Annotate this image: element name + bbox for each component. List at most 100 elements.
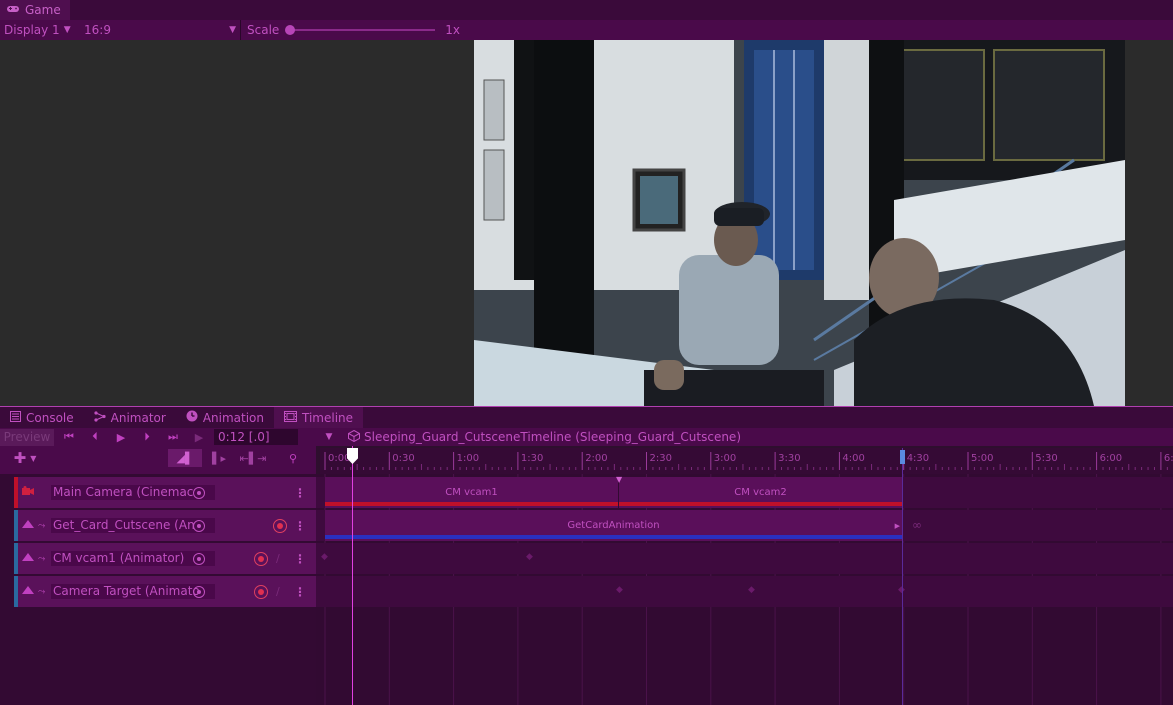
track-name: Get_Card_Cutscene (An [51, 518, 215, 533]
animation-clock-icon [186, 410, 198, 425]
track-menu-icon[interactable]: ⋮ [294, 585, 306, 599]
animation-track-icon [22, 552, 34, 565]
replace-mode-icon[interactable]: ⇤▌⇥ [236, 449, 270, 467]
object-picker-icon[interactable] [193, 585, 205, 598]
scale-slider[interactable] [285, 25, 436, 35]
track-menu-icon[interactable]: ⋮ [294, 486, 306, 500]
tab-timeline[interactable]: Timeline [274, 407, 364, 428]
playhead-line [352, 446, 353, 705]
timeline-end-line [902, 448, 903, 705]
timeline-tracks-area[interactable]: CM vcam1 CM vcam2 ▼ GetCardAnimation ▶ ∞… [316, 474, 1173, 705]
chevron-down-icon: ▼ [229, 25, 236, 35]
loop-icon: ∞ [912, 518, 922, 532]
record-icon[interactable] [254, 584, 268, 599]
timeline-asset-header: ▼ Sleeping_Guard_CutsceneTimeline (Sleep… [316, 428, 1173, 446]
curves-icon[interactable]: ∕ [276, 552, 280, 565]
ruler-tick-label: 3:30 [778, 453, 800, 464]
clip-get-card-animation[interactable]: GetCardAnimation ▶ [325, 510, 903, 541]
track-color-stripe [14, 477, 18, 508]
go-to-start-icon[interactable]: ⏮ [56, 428, 82, 446]
ruler-tick-label: 1:30 [521, 453, 543, 464]
track-header-main-camera[interactable]: Main Camera (Cinemac ⋮ [14, 477, 316, 508]
ruler-tick-label: 3:00 [714, 453, 736, 464]
chevron-down-icon: ▼ [63, 25, 71, 35]
ruler-tick-label: 6: [1164, 453, 1173, 464]
record-icon[interactable] [273, 518, 287, 533]
track-name: Camera Target (Animato [51, 584, 215, 599]
ruler-tick-label: 2:30 [650, 453, 672, 464]
gamepad-icon [6, 3, 20, 17]
animation-track-icon [22, 519, 34, 532]
pin-icon[interactable]: ⚲ [280, 449, 306, 467]
animator-icon: ⤳ [38, 520, 46, 531]
keyframe-icon: ◆ [748, 585, 755, 595]
track-menu-icon[interactable]: ⋮ [294, 519, 306, 533]
tab-animator[interactable]: Animator [84, 407, 176, 428]
game-scene-render [474, 40, 1125, 406]
play-range-icon[interactable]: ▶ [186, 428, 212, 446]
animator-icon: ⤳ [38, 553, 46, 564]
tab-console[interactable]: Console [0, 407, 84, 428]
preview-button[interactable]: Preview [0, 428, 54, 446]
clip-track-bar [325, 502, 618, 506]
track-row-main-camera[interactable]: CM vcam1 CM vcam2 ▼ [316, 475, 1173, 508]
ruler-tick-label: 5:30 [1035, 453, 1057, 464]
record-icon[interactable] [254, 551, 268, 566]
chevron-down-icon[interactable]: ▼ [316, 432, 342, 442]
timeline-film-icon [284, 410, 297, 425]
play-icon[interactable]: ▶ [108, 428, 134, 446]
blend-marker-icon: ▼ [616, 475, 623, 484]
clip-cm-vcam1[interactable]: CM vcam1 [325, 477, 619, 508]
edit-mode-controls: ✚ ▼ ◢▌ ▌▸ ⇤▌⇥ ⚲ [0, 448, 316, 468]
curves-icon[interactable]: ∕ [276, 585, 280, 598]
clip-label: CM vcam1 [445, 487, 498, 498]
display-dropdown[interactable]: Display 1 ▼ [0, 20, 80, 40]
tab-animator-label: Animator [110, 410, 166, 425]
animator-icon: ⤳ [38, 586, 46, 597]
time-ruler[interactable]: 0:00 0:30 1:00 1:30 2:00 2:30 3:00 3:30 4:00 4:30… [320, 448, 1173, 474]
panel-tab-bar: Console Animator Animation Timeline [0, 406, 1173, 428]
clip-track-bar [325, 535, 902, 539]
track-header-cm-vcam1[interactable]: ⤳ CM vcam1 (Animator) ∕ ⋮ [14, 543, 316, 574]
game-tab-bar: Game [0, 0, 1173, 20]
clip-cm-vcam2[interactable]: CM vcam2 [619, 477, 903, 508]
track-header-get-card-cutscene[interactable]: ⤳ Get_Card_Cutscene (An ⋮ [14, 510, 316, 541]
current-time-field[interactable]: 0:12 [.0] [214, 429, 298, 445]
track-row-get-card-cutscene[interactable]: GetCardAnimation ▶ ∞ [316, 510, 1173, 541]
track-menu-icon[interactable]: ⋮ [294, 552, 306, 566]
ruler-tick-label: 2:00 [585, 453, 607, 464]
go-to-end-icon[interactable]: ⏭ [160, 428, 186, 446]
tab-timeline-label: Timeline [302, 410, 354, 425]
asset-icon [348, 429, 360, 445]
ripple-mode-icon[interactable]: ▌▸ [202, 449, 236, 467]
scene-illustration [474, 40, 1125, 406]
previous-frame-icon[interactable]: ⏴ [82, 428, 108, 446]
playback-controls: Preview ⏮ ⏴ ▶ ⏵ ⏭ ▶ 0:12 [.0] [0, 428, 316, 446]
keyframe-icon: ◆ [616, 585, 623, 595]
ruler-tick-label: 0:30 [392, 453, 414, 464]
aspect-dropdown[interactable]: 16:9 ▼ [80, 20, 240, 40]
time-ruler-ticks: 0:00 0:30 1:00 1:30 2:00 2:30 3:00 3:30 4:00 4:30… [324, 452, 1173, 470]
track-color-stripe [14, 576, 18, 607]
track-header-camera-target[interactable]: ⤳ Camera Target (Animato ∕ ⋮ [14, 576, 316, 607]
object-picker-icon[interactable] [193, 552, 205, 565]
add-track-button[interactable]: ✚ ▼ [0, 448, 50, 468]
scale-slider-handle[interactable] [285, 25, 296, 35]
tab-game[interactable]: Game [0, 0, 70, 20]
console-icon [10, 410, 21, 425]
ruler-tick-label: 6:00 [1100, 453, 1122, 464]
mix-mode-icon[interactable]: ◢▌ [168, 449, 202, 467]
track-row-cm-vcam1[interactable]: ◆ ◆ [316, 543, 1173, 574]
game-toolbar: Display 1 ▼ 16:9 ▼ Scale 1x [0, 20, 1173, 40]
tab-animation[interactable]: Animation [176, 407, 274, 428]
clip-track-bar [619, 502, 902, 506]
object-picker-icon[interactable] [193, 486, 205, 499]
chevron-down-icon: ▼ [30, 453, 37, 463]
timeline-end-marker[interactable] [900, 450, 905, 464]
object-picker-icon[interactable] [193, 519, 205, 532]
plus-icon: ✚ [13, 449, 27, 467]
track-row-camera-target[interactable]: ◆ ◆ ◆ [316, 576, 1173, 607]
animator-icon [94, 410, 106, 425]
next-frame-icon[interactable]: ⏵ [134, 428, 160, 446]
cinemachine-track-icon [22, 486, 34, 499]
